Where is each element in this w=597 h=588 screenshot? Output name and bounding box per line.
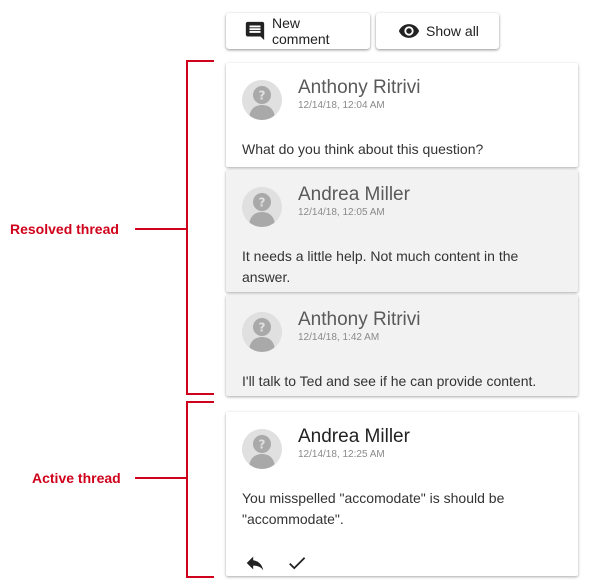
resolved-thread-label: Resolved thread — [10, 221, 119, 237]
active-thread-bracket — [186, 401, 214, 578]
resolved-thread-bracket — [186, 60, 214, 395]
comments-panel: New comment Show all ? Anthony Ritrivi 1… — [0, 0, 597, 588]
thread-brackets — [135, 60, 214, 578]
active-thread-label: Active thread — [32, 470, 121, 486]
